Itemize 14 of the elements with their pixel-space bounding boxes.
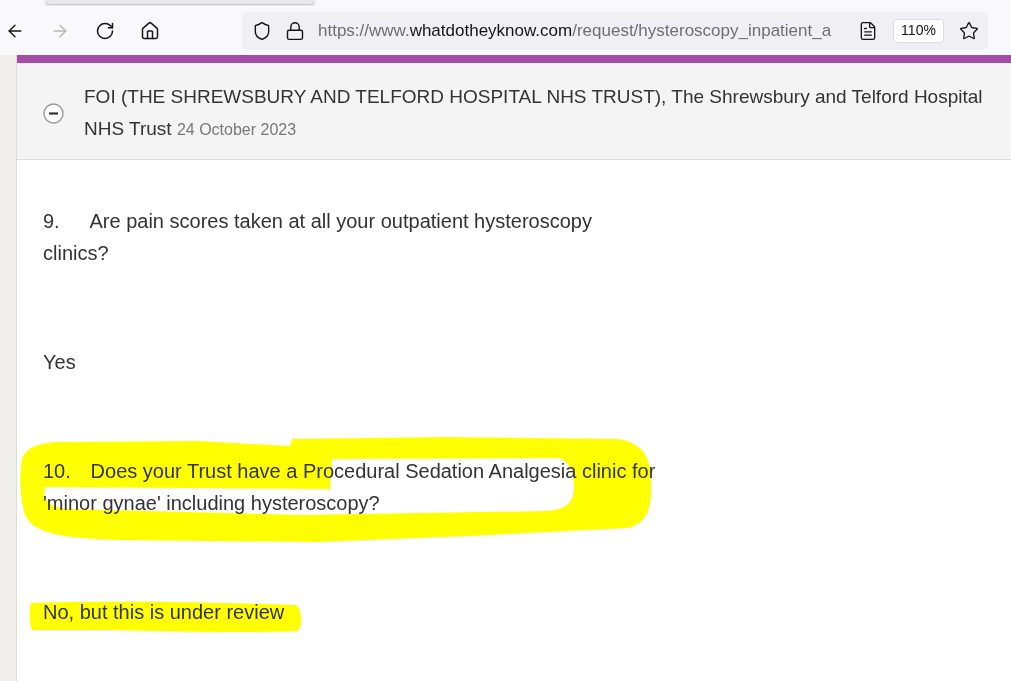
reload-icon[interactable] [95,20,115,41]
minus-circle-icon[interactable] [43,103,64,124]
url-text[interactable]: https://www.whatdotheyknow.com/request/hysteroscopy_inpatient_a [318,20,832,40]
shield-icon[interactable] [252,20,272,41]
lock-icon[interactable] [285,20,305,41]
address-bar[interactable]: https://www.whatdotheyknow.com/request/hysteroscopy_inpatient_a 110% [242,11,988,50]
zoom-level-button[interactable]: 110% [893,18,944,43]
paragraph-text: Yes [43,350,77,375]
paragraph-text: 9. Are pain scores taken at all your outpatient hysteroscopy clinics? [43,209,593,266]
paragraph-text: No, but this is under review [43,600,286,625]
star-icon[interactable] [959,20,979,41]
home-icon[interactable] [140,20,160,41]
message-sender-text: FOI (THE SHREWSBURY AND TELFORD HOSPITAL NHS TRUST), The Shrewsbury and Telford Hospital NHS Trust 24 October 2023 [84,85,984,141]
document-icon[interactable] [858,20,878,41]
